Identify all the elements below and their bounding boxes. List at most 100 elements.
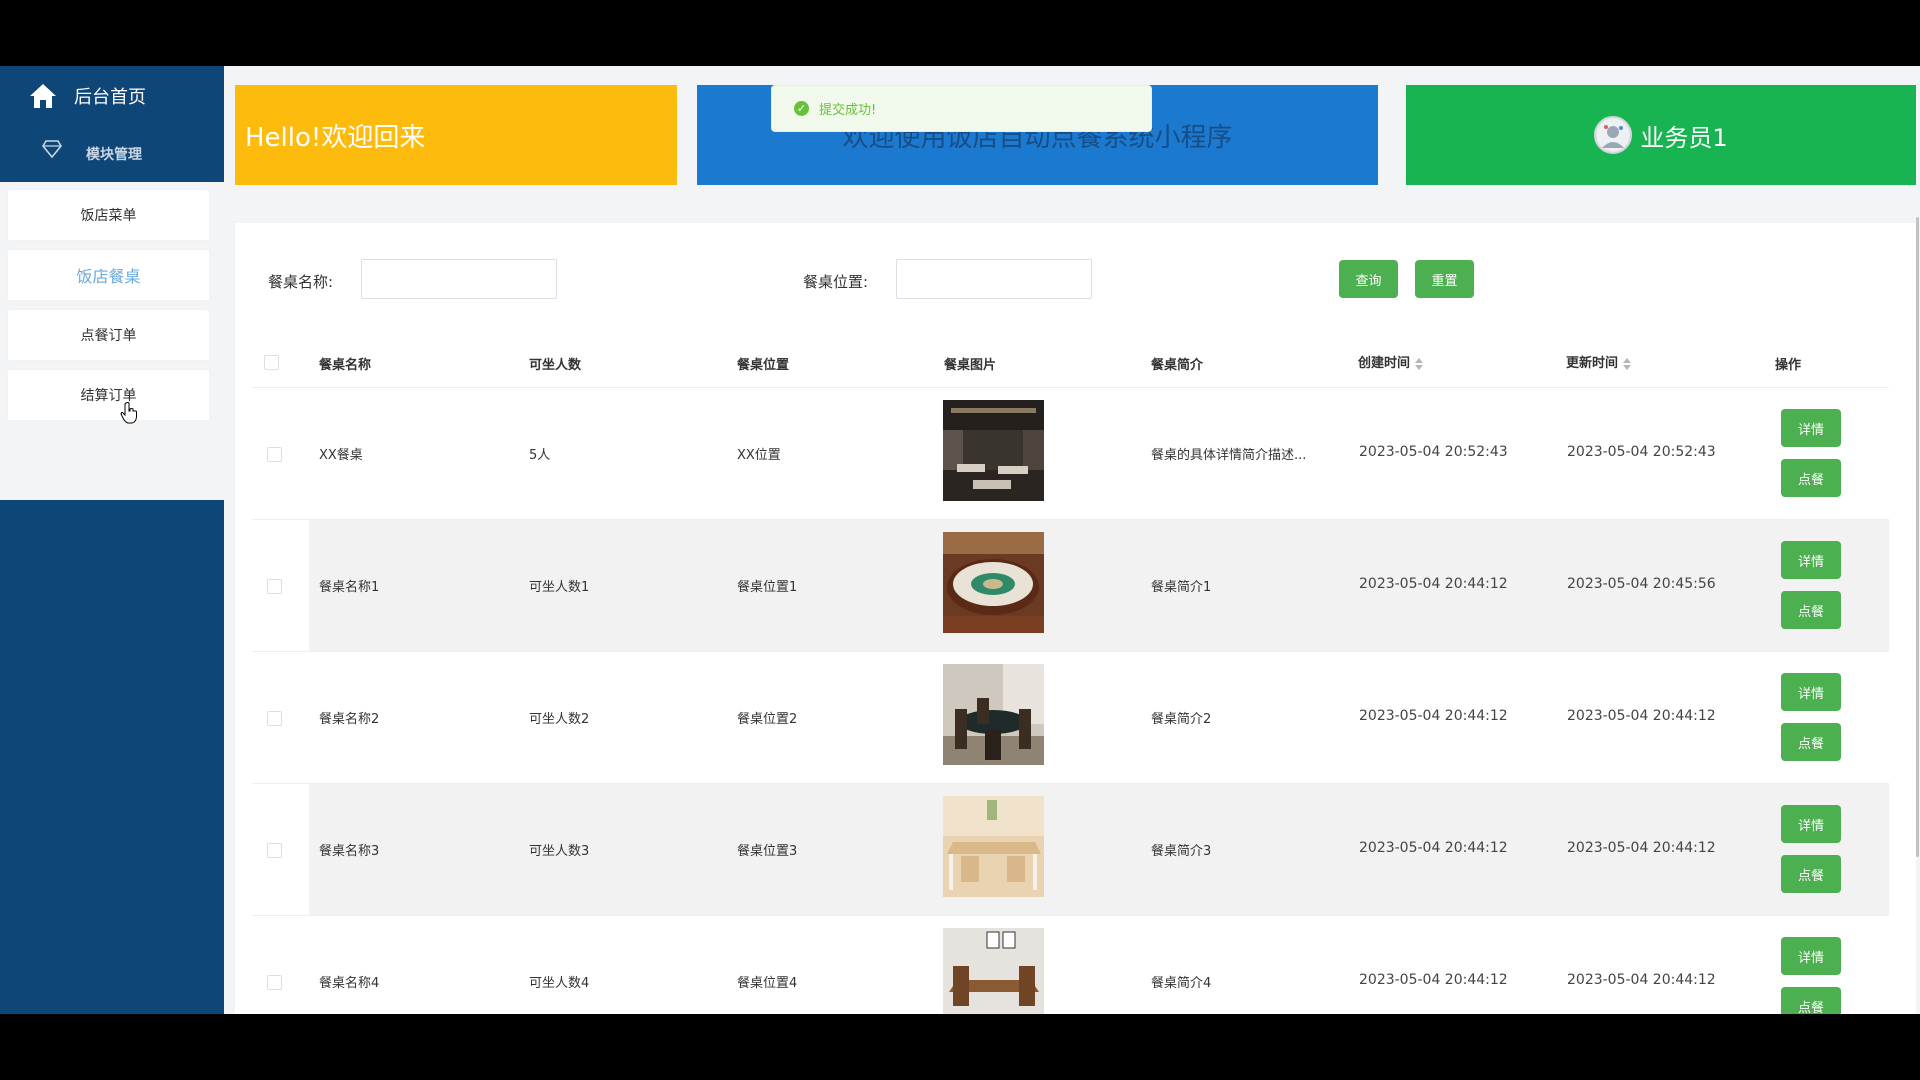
header-intro: 餐桌简介 xyxy=(1151,358,1204,373)
order-button[interactable]: 点餐 xyxy=(1781,987,1841,1014)
select-all-checkbox[interactable] xyxy=(264,355,279,370)
row-checkbox[interactable] xyxy=(267,711,282,726)
cell-updated: 2023-05-04 20:44:12 xyxy=(1567,840,1716,856)
header-position: 餐桌位置 xyxy=(737,358,790,373)
header-updated[interactable]: 更新时间 xyxy=(1566,352,1632,371)
table-header: 餐桌名称 可坐人数 餐桌位置 餐桌图片 餐桌简介 创建时间 更新时间 操作 xyxy=(253,334,1889,388)
sidebar-menu: 饭店菜单 饭店餐桌 点餐订单 结算订单 xyxy=(0,182,224,500)
sort-icon[interactable] xyxy=(1415,357,1424,371)
table-image[interactable] xyxy=(943,400,1044,501)
cell-name: 餐桌名称3 xyxy=(319,844,380,859)
sidebar-item-label: 饭店菜单 xyxy=(80,208,137,224)
sidebar-home-label: 后台首页 xyxy=(74,87,146,108)
order-button[interactable]: 点餐 xyxy=(1781,723,1841,761)
detail-button[interactable]: 详情 xyxy=(1781,805,1841,843)
row-checkbox[interactable] xyxy=(267,447,282,462)
cell-intro: 餐桌简介3 xyxy=(1151,844,1212,859)
white-wood-table-image xyxy=(943,796,1044,897)
round-banquet-table-image xyxy=(943,532,1044,633)
table-image[interactable] xyxy=(943,928,1044,1014)
detail-button[interactable]: 详情 xyxy=(1781,673,1841,711)
row-checkbox[interactable] xyxy=(267,975,282,990)
cell-seats: 可坐人数2 xyxy=(529,712,590,727)
table-image[interactable] xyxy=(943,664,1044,765)
cell-seats: 5人 xyxy=(529,448,551,463)
header-created[interactable]: 创建时间 xyxy=(1358,352,1424,371)
cell-updated: 2023-05-04 20:45:56 xyxy=(1567,576,1716,592)
cell-created: 2023-05-04 20:44:12 xyxy=(1359,840,1508,856)
sidebar-home[interactable]: 后台首页 xyxy=(0,66,224,124)
cell-updated: 2023-05-04 20:44:12 xyxy=(1567,708,1716,724)
cell-created: 2023-05-04 20:44:12 xyxy=(1359,576,1508,592)
row-checkbox[interactable] xyxy=(267,579,282,594)
table-row: 餐桌名称3 可坐人数3 餐桌位置3 餐桌简介3 2023-05-04 20:44… xyxy=(253,784,1889,916)
cell-name: XX餐桌 xyxy=(319,448,363,463)
sidebar-module-label: 模块管理 xyxy=(86,147,142,163)
row-checkbox[interactable] xyxy=(267,843,282,858)
welcome-text: Hello!欢迎回来 xyxy=(245,122,426,153)
detail-button[interactable]: 详情 xyxy=(1781,937,1841,975)
user-card: 业务员1 xyxy=(1406,85,1916,185)
table-image[interactable] xyxy=(943,532,1044,633)
success-toast: ✓ 提交成功! xyxy=(771,85,1152,132)
avatar-image xyxy=(1597,119,1630,151)
cell-updated: 2023-05-04 20:44:12 xyxy=(1567,972,1716,988)
sidebar: 后台首页 模块管理 饭店菜单 饭店餐桌 点餐订单 结算订单 xyxy=(0,66,224,1014)
cell-created: 2023-05-04 20:44:12 xyxy=(1359,708,1508,724)
sidebar-item-tables[interactable]: 饭店餐桌 xyxy=(8,250,209,300)
table-list-panel: 餐桌名称: 餐桌位置: 查询 重置 餐桌名称 可坐人数 餐桌位置 餐桌图片 餐桌… xyxy=(235,223,1916,1014)
diamond-icon xyxy=(42,140,62,158)
cell-seats: 可坐人数3 xyxy=(529,844,590,859)
cell-name: 餐桌名称1 xyxy=(319,580,380,595)
order-button[interactable]: 点餐 xyxy=(1781,459,1841,497)
table-image[interactable] xyxy=(943,796,1044,897)
toast-message: 提交成功! xyxy=(819,103,877,118)
avatar[interactable] xyxy=(1594,116,1633,154)
page-scrollbar[interactable] xyxy=(1916,217,1919,857)
header-created-label: 创建时间 xyxy=(1358,356,1411,371)
sidebar-module-header[interactable]: 模块管理 xyxy=(0,124,224,178)
cell-created: 2023-05-04 20:44:12 xyxy=(1359,972,1508,988)
cell-position: 餐桌位置4 xyxy=(737,976,798,991)
cell-position: 餐桌位置3 xyxy=(737,844,798,859)
table-row: 餐桌名称4 可坐人数4 餐桌位置4 餐桌简介4 2023-05-04 20:44… xyxy=(253,916,1889,1014)
cell-intro: 餐桌简介4 xyxy=(1151,976,1212,991)
order-button[interactable]: 点餐 xyxy=(1781,591,1841,629)
search-position-label: 餐桌位置: xyxy=(803,273,869,291)
cell-intro: 餐桌的具体详情简介描述... xyxy=(1151,448,1307,463)
header-name: 餐桌名称 xyxy=(319,358,372,373)
detail-button[interactable]: 详情 xyxy=(1781,409,1841,447)
home-icon xyxy=(30,84,56,108)
table-row: 餐桌名称1 可坐人数1 餐桌位置1 餐桌简介1 2023-05-04 20:44… xyxy=(253,520,1889,652)
cell-name: 餐桌名称4 xyxy=(319,976,380,991)
welcome-card: Hello!欢迎回来 xyxy=(235,85,677,185)
sidebar-item-label: 饭店餐桌 xyxy=(76,267,141,286)
query-button[interactable]: 查询 xyxy=(1339,260,1398,298)
detail-button[interactable]: 详情 xyxy=(1781,541,1841,579)
user-name: 业务员1 xyxy=(1640,123,1728,152)
reset-button[interactable]: 重置 xyxy=(1415,260,1474,298)
sidebar-item-menu[interactable]: 饭店菜单 xyxy=(8,190,209,240)
tables-table: 餐桌名称 可坐人数 餐桌位置 餐桌图片 餐桌简介 创建时间 更新时间 操作 XX… xyxy=(253,334,1889,1014)
cell-seats: 可坐人数1 xyxy=(529,580,590,595)
header-actions: 操作 xyxy=(1775,358,1802,373)
dark-restaurant-hall-image xyxy=(943,400,1044,501)
cell-position: 餐桌位置2 xyxy=(737,712,798,727)
cell-updated: 2023-05-04 20:52:43 xyxy=(1567,444,1716,460)
table-row: 餐桌名称2 可坐人数2 餐桌位置2 餐桌简介2 2023-05-04 20:44… xyxy=(253,652,1889,784)
header-seats: 可坐人数 xyxy=(529,358,582,373)
sort-icon[interactable] xyxy=(1623,357,1632,371)
cell-created: 2023-05-04 20:52:43 xyxy=(1359,444,1508,460)
search-name-label: 餐桌名称: xyxy=(268,273,334,291)
app-screen: 后台首页 模块管理 饭店菜单 饭店餐桌 点餐订单 结算订单 Hello!欢迎回来… xyxy=(0,66,1920,1014)
table-row: XX餐桌 5人 XX位置 餐桌的具体详情简介描述... 2023-05-04 2… xyxy=(253,388,1889,520)
order-button[interactable]: 点餐 xyxy=(1781,855,1841,893)
sidebar-item-orders[interactable]: 点餐订单 xyxy=(8,310,209,360)
check-circle-icon: ✓ xyxy=(794,101,809,116)
sidebar-item-label: 点餐订单 xyxy=(80,328,137,344)
cell-seats: 可坐人数4 xyxy=(529,976,590,991)
search-name-input[interactable] xyxy=(361,259,557,299)
hand-cursor-icon xyxy=(120,402,137,424)
search-position-input[interactable] xyxy=(896,259,1092,299)
sidebar-item-settlement[interactable]: 结算订单 xyxy=(8,370,209,420)
